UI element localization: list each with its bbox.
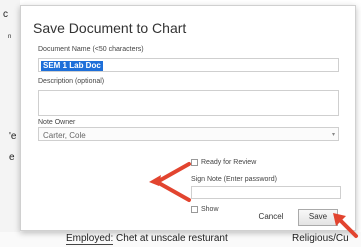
- note-owner-value: Carter, Cole: [43, 131, 86, 140]
- background-text-fragment: e: [9, 152, 15, 163]
- chevron-down-icon: ▾: [331, 132, 335, 138]
- document-name-input[interactable]: SEM 1 Lab Doc: [38, 58, 339, 72]
- background-text-fragment: c: [3, 9, 8, 20]
- employment-value: Chet at unscale resturant: [116, 233, 228, 244]
- ready-for-review-label: Ready for Review: [201, 159, 257, 166]
- note-owner-label: Note Owner: [38, 119, 76, 126]
- description-input[interactable]: [38, 90, 339, 116]
- red-arrow-icon: [149, 162, 191, 202]
- show-password-label: Show: [201, 206, 219, 213]
- document-name-value: SEM 1 Lab Doc: [41, 61, 103, 71]
- show-password-checkbox[interactable]: [191, 206, 198, 213]
- employment-field: Employed: Chet at unscale resturant: [66, 233, 228, 245]
- red-arrow-icon: [333, 213, 358, 238]
- background-text-fragment: 'e: [9, 131, 17, 142]
- description-label: Description (optional): [38, 78, 105, 85]
- sign-note-label: Sign Note (Enter password): [191, 176, 277, 183]
- cancel-button[interactable]: Cancel: [251, 210, 291, 226]
- note-owner-select[interactable]: Carter, Cole ▾: [38, 127, 339, 141]
- background-text-fragment: n: [8, 34, 12, 40]
- sign-note-password-input[interactable]: [191, 186, 341, 199]
- dialog-title: Save Document to Chart: [33, 20, 187, 36]
- background-demographics-row: Employed: Chet at unscale resturant Reli…: [0, 232, 361, 247]
- document-name-label: Document Name (<50 characters): [38, 46, 144, 53]
- employment-label: Employed:: [66, 233, 114, 245]
